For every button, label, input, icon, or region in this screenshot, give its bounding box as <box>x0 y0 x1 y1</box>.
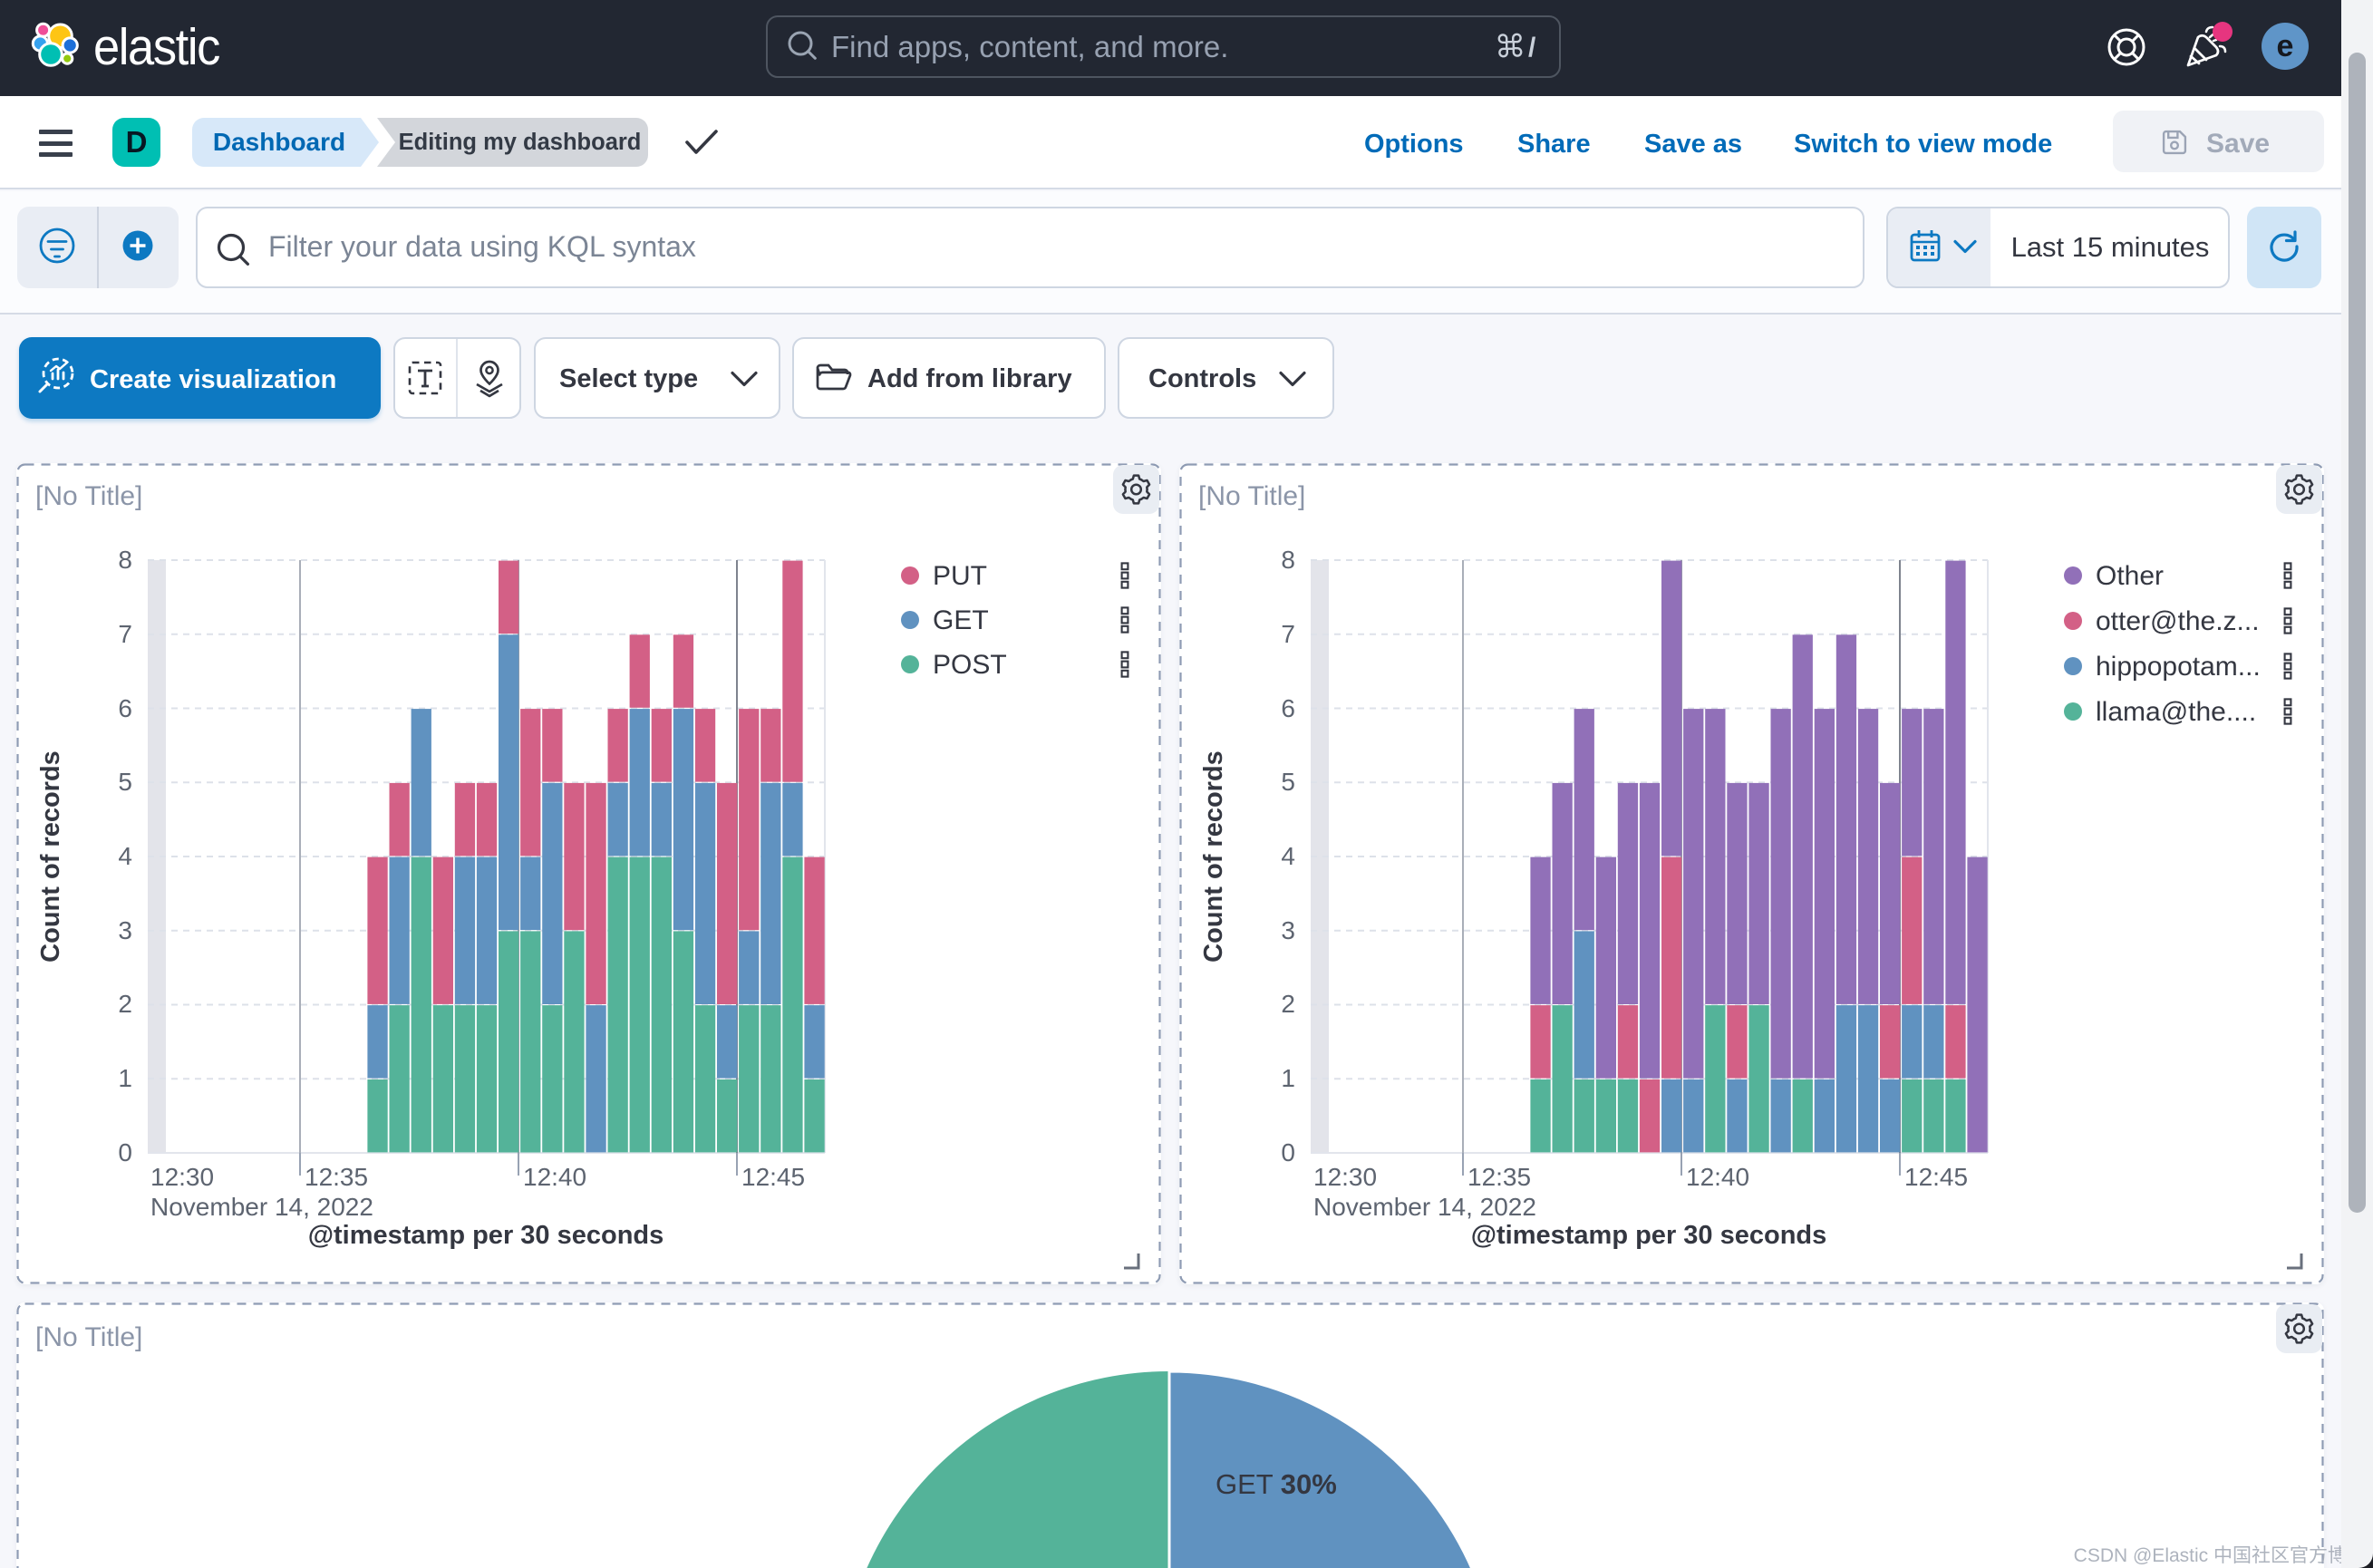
svg-text:12:35: 12:35 <box>305 1163 368 1191</box>
svg-text:Other: Other <box>2096 561 2164 591</box>
svg-text:1: 1 <box>1281 1064 1295 1092</box>
svg-text:llama@the....: llama@the.... <box>2096 697 2256 727</box>
svg-text:November 14, 2022: November 14, 2022 <box>1313 1193 1536 1221</box>
svg-text:12:30: 12:30 <box>150 1163 214 1191</box>
svg-text:3: 3 <box>118 916 132 944</box>
svg-text:POST: POST <box>933 650 1007 680</box>
svg-text:[No Title]: [No Title] <box>35 1322 142 1352</box>
svg-text:GET: GET <box>933 605 989 635</box>
svg-text:@timestamp per 30 seconds: @timestamp per 30 seconds <box>1471 1221 1827 1250</box>
svg-text:Count of records: Count of records <box>36 750 65 963</box>
svg-text:12:45: 12:45 <box>1904 1163 1968 1191</box>
svg-text:@timestamp per 30 seconds: @timestamp per 30 seconds <box>308 1221 664 1250</box>
svg-text:2: 2 <box>1281 990 1295 1018</box>
svg-text:12:30: 12:30 <box>1313 1163 1377 1191</box>
svg-text:/: / <box>1528 33 1536 63</box>
svg-text:0: 0 <box>1281 1138 1295 1166</box>
svg-text:otter@the.z...: otter@the.z... <box>2096 606 2260 636</box>
svg-text:8: 8 <box>1281 546 1295 574</box>
svg-text:2: 2 <box>118 990 132 1018</box>
svg-text:12:45: 12:45 <box>741 1163 805 1191</box>
svg-text:November 14, 2022: November 14, 2022 <box>150 1193 373 1221</box>
svg-text:GET 30%: GET 30% <box>1216 1468 1337 1500</box>
svg-text:4: 4 <box>1281 842 1295 870</box>
svg-text:5: 5 <box>1281 768 1295 796</box>
svg-text:6: 6 <box>118 694 132 722</box>
svg-text:hippopotam...: hippopotam... <box>2096 652 2261 682</box>
svg-text:12:40: 12:40 <box>1686 1163 1749 1191</box>
svg-text:8: 8 <box>118 546 132 574</box>
svg-text:12:35: 12:35 <box>1467 1163 1531 1191</box>
svg-text:7: 7 <box>1281 620 1295 648</box>
svg-text:7: 7 <box>118 620 132 648</box>
svg-text:5: 5 <box>118 768 132 796</box>
svg-text:6: 6 <box>1281 694 1295 722</box>
svg-text:12:40: 12:40 <box>523 1163 586 1191</box>
svg-text:[No Title]: [No Title] <box>1198 481 1305 511</box>
svg-text:PUT: PUT <box>933 561 987 591</box>
svg-text:Count of records: Count of records <box>1199 750 1228 963</box>
svg-text:[No Title]: [No Title] <box>35 481 142 511</box>
svg-text:3: 3 <box>1281 916 1295 944</box>
svg-text:4: 4 <box>118 842 132 870</box>
svg-text:1: 1 <box>118 1064 132 1092</box>
svg-text:0: 0 <box>118 1138 132 1166</box>
